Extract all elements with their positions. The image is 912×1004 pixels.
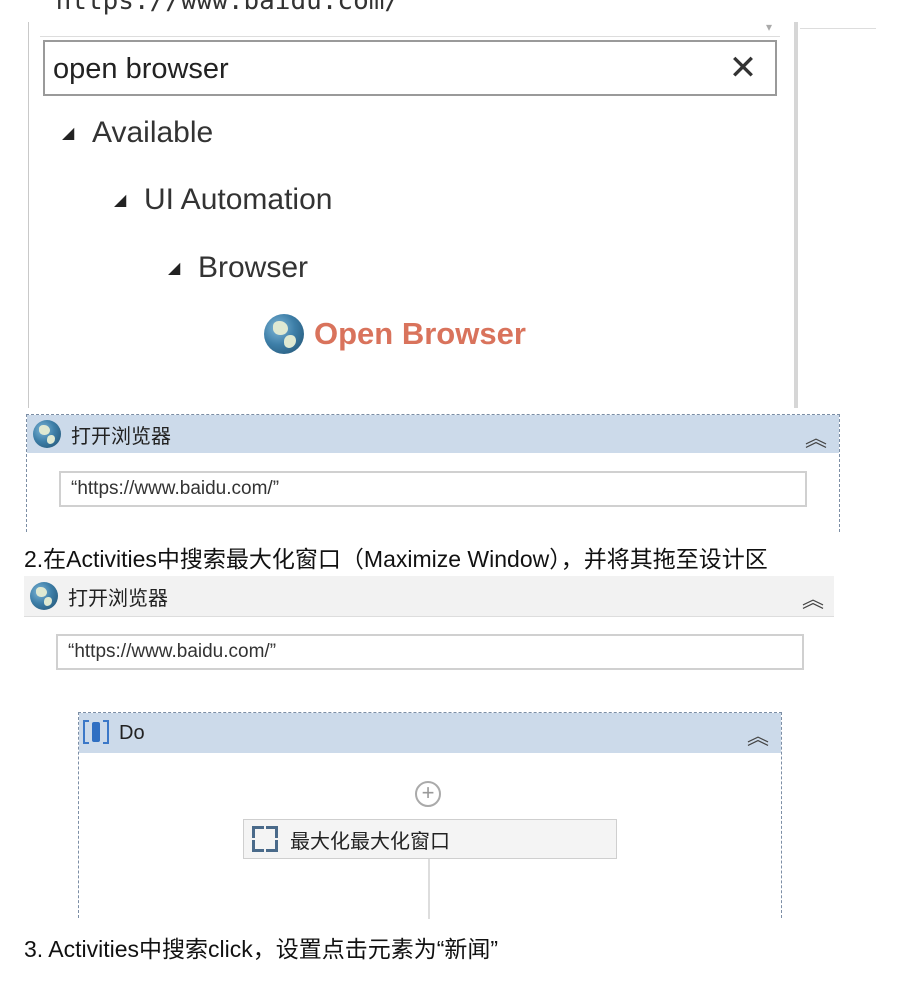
do-title: Do [119, 721, 145, 744]
collapse-triangle-icon[interactable]: ◢ [62, 123, 92, 143]
tree-node-open-browser[interactable]: Open Browser [264, 312, 526, 356]
maximize-icon [250, 824, 280, 854]
globe-icon [264, 314, 304, 354]
collapse-triangle-icon[interactable]: ◢ [114, 190, 144, 210]
tree-node-label: UI Automation [144, 183, 333, 216]
tree-node-ui-automation[interactable]: ◢ UI Automation [114, 180, 332, 220]
tree-node-browser[interactable]: ◢ Browser [168, 248, 308, 288]
top-url-fragment: “https://www.baidu.com/” [40, 0, 416, 16]
collapse-icon[interactable]: ︽ [802, 582, 824, 614]
url-field[interactable]: “https://www.baidu.com/” [56, 634, 804, 670]
do-sequence-card[interactable]: Do ︽ + 最大化最大化窗口 [78, 712, 782, 919]
tree-node-label: Available [92, 116, 214, 149]
do-header[interactable]: Do ︽ [79, 713, 781, 753]
connector-line [428, 859, 430, 919]
step-3-instruction: 3. Activities中搜索click，设置点击元素为“新闻” [24, 936, 499, 962]
collapse-icon[interactable]: ︽ [747, 719, 769, 751]
card-header[interactable]: 打开浏览器 ︽ [27, 415, 839, 453]
collapse-icon[interactable]: ︽ [805, 421, 827, 453]
activities-search-box[interactable]: ✕ [43, 40, 777, 96]
url-field[interactable]: “https://www.baidu.com/” [59, 471, 807, 507]
globe-icon [30, 582, 58, 610]
card-title: 打开浏览器 [71, 425, 171, 448]
divider [800, 28, 876, 29]
add-activity-icon[interactable]: + [415, 781, 441, 807]
maximize-window-activity[interactable]: 最大化最大化窗口 [243, 819, 617, 859]
activity-label: 最大化最大化窗口 [290, 830, 450, 853]
panel-scroll-top: ▾ [40, 20, 780, 37]
tree-node-label: Open Browser [314, 316, 526, 351]
search-input[interactable] [53, 50, 693, 88]
tree-node-available[interactable]: ◢ Available [62, 113, 213, 153]
collapse-triangle-icon[interactable]: ◢ [168, 258, 198, 278]
globe-icon [33, 420, 61, 448]
scroll-down-icon[interactable]: ▾ [766, 20, 772, 34]
open-browser-activity-card[interactable]: 打开浏览器 ︽ “https://www.baidu.com/” [26, 414, 840, 532]
step-2-instruction: 2.在Activities中搜索最大化窗口（Maximize Window），并… [24, 546, 768, 572]
open-browser-card-header[interactable]: 打开浏览器 ︽ [24, 576, 834, 617]
sequence-icon [83, 718, 109, 748]
tree-node-label: Browser [198, 251, 309, 284]
card-title: 打开浏览器 [68, 587, 168, 610]
close-icon[interactable]: ✕ [725, 50, 761, 86]
